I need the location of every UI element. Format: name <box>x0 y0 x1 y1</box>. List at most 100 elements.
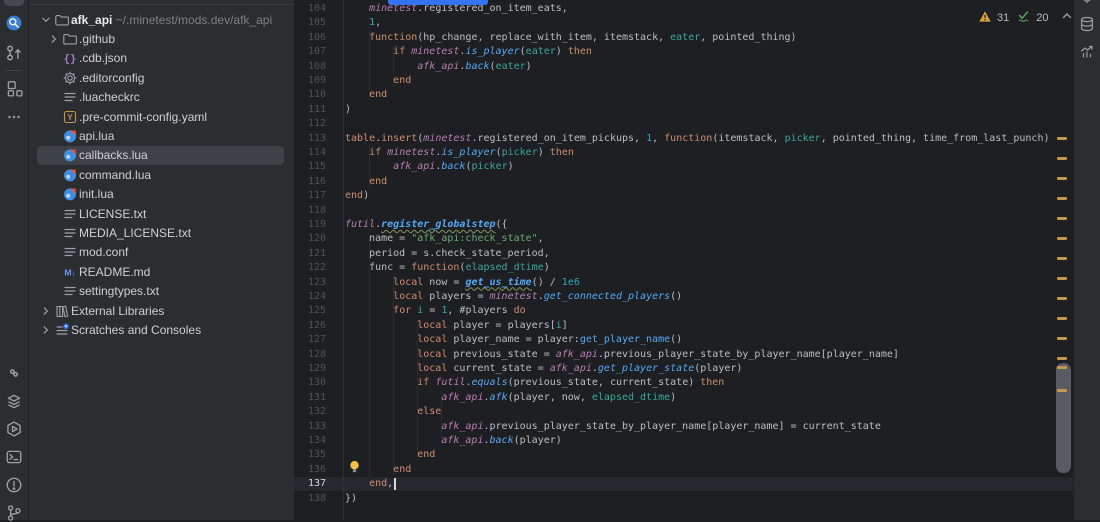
code-line[interactable]: end <box>345 74 411 88</box>
tree-item-mod-conf[interactable]: mod.conf <box>29 243 294 262</box>
line-number[interactable]: 132 <box>294 405 326 419</box>
tree-item--pre-commit-config-yaml[interactable]: Y .pre-commit-config.yaml <box>29 107 294 126</box>
tree-item-command-lua[interactable]: command.lua <box>29 165 294 184</box>
code-line[interactable]: afk_api.back(player) <box>345 434 561 448</box>
line-number[interactable]: 135 <box>294 448 326 462</box>
tree-item-afk-api[interactable]: afk_api ~/.minetest/mods.dev/afk_api <box>29 10 294 29</box>
line-number[interactable]: 109 <box>294 74 326 88</box>
code-line[interactable]: end <box>345 88 387 102</box>
tree-item-settingtypes-txt[interactable]: settingtypes.txt <box>29 281 294 300</box>
warning-stripe-mark[interactable] <box>1057 277 1067 280</box>
services-layers-icon[interactable] <box>5 392 23 410</box>
code-line[interactable]: table.insert(minetest.registered_on_item… <box>345 132 1049 146</box>
line-number[interactable]: 111 <box>294 103 326 117</box>
line-number[interactable]: 105 <box>294 16 326 30</box>
code-line[interactable]: function(hp_change, replace_with_item, i… <box>345 31 796 45</box>
code-line[interactable]: local now = get_us_time() / 1e6 <box>345 276 580 290</box>
code-line[interactable]: local current_state = afk_api.get_player… <box>345 362 742 376</box>
line-number[interactable]: 130 <box>294 376 326 390</box>
tree-item-readme-md[interactable]: M↓ README.md <box>29 262 294 281</box>
code-line[interactable]: if minetest.is_player(picker) then <box>345 146 574 160</box>
intention-bulb-icon[interactable] <box>348 460 361 474</box>
code-line[interactable]: }) <box>345 492 357 506</box>
code-line[interactable]: 1, <box>345 16 381 30</box>
line-number[interactable]: 122 <box>294 261 326 275</box>
line-number[interactable]: 128 <box>294 348 326 362</box>
line-number[interactable]: 117 <box>294 189 326 203</box>
code-line[interactable]: afk_api.previous_player_state_by_player_… <box>345 420 881 434</box>
line-number[interactable]: 134 <box>294 434 326 448</box>
chevron-right-icon[interactable] <box>39 303 53 319</box>
warning-stripe-mark[interactable] <box>1057 257 1067 260</box>
code-line[interactable]: ) <box>345 103 351 117</box>
line-number[interactable]: 113 <box>294 132 326 146</box>
line-number[interactable]: 125 <box>294 304 326 318</box>
line-number[interactable]: 106 <box>294 31 326 45</box>
line-number[interactable]: 118 <box>294 204 326 218</box>
line-number[interactable]: 110 <box>294 88 326 102</box>
statistics-chart-icon[interactable] <box>1078 43 1096 61</box>
line-number[interactable]: 131 <box>294 391 326 405</box>
code-line[interactable]: local previous_state = afk_api.previous_… <box>345 348 899 362</box>
line-number[interactable]: 114 <box>294 146 326 160</box>
line-number[interactable]: 112 <box>294 117 326 131</box>
tree-item-media-license-txt[interactable]: MEDIA_LICENSE.txt <box>29 223 294 242</box>
warning-stripe-mark[interactable] <box>1057 157 1067 160</box>
tree-item-callbacks-lua[interactable]: callbacks.lua <box>29 146 294 165</box>
database-icon[interactable] <box>1078 15 1096 33</box>
run-hexagon-icon[interactable] <box>5 420 23 438</box>
code-line[interactable]: afk_api.back(eater) <box>345 60 531 74</box>
warning-stripe-mark[interactable] <box>1057 337 1067 340</box>
line-number[interactable]: 123 <box>294 276 326 290</box>
chevron-right-icon[interactable] <box>47 31 61 47</box>
tree-item--luacheckrc[interactable]: .luacheckrc <box>29 88 294 107</box>
terminal-icon[interactable] <box>5 448 23 466</box>
line-number[interactable]: 108 <box>294 60 326 74</box>
line-number[interactable]: 133 <box>294 420 326 434</box>
warning-stripe-mark[interactable] <box>1057 366 1067 369</box>
line-number[interactable]: 116 <box>294 175 326 189</box>
code-line[interactable]: end <box>345 175 387 189</box>
tree-item-external-libraries[interactable]: External Libraries <box>29 301 294 320</box>
code-line[interactable]: futil.register_globalstep({ <box>345 218 508 232</box>
tree-item-init-lua[interactable]: init.lua <box>29 185 294 204</box>
tree-item-license-txt[interactable]: LICENSE.txt <box>29 204 294 223</box>
code-line[interactable]: for i = 1, #players do <box>345 304 526 318</box>
code-line[interactable]: end) <box>345 189 369 203</box>
problems-icon[interactable] <box>5 476 23 494</box>
code-editor[interactable]: 104 105 106 107 108 109 110 111 112 113 114 115 116 1… <box>294 0 1093 520</box>
warning-stripe-mark[interactable] <box>1057 217 1067 220</box>
chevron-down-icon[interactable] <box>39 12 53 28</box>
error-stripe[interactable] <box>1054 0 1074 520</box>
warning-stripe-mark[interactable] <box>1057 237 1067 240</box>
line-number[interactable]: 138 <box>294 492 326 506</box>
tree-item--github[interactable]: .github <box>29 29 294 48</box>
line-number[interactable]: 121 <box>294 247 326 261</box>
code-line[interactable]: local player_name = player:get_player_na… <box>345 333 682 347</box>
search-icon[interactable] <box>5 14 23 32</box>
warning-stripe-mark[interactable] <box>1057 197 1067 200</box>
code-line[interactable]: else <box>345 405 441 419</box>
line-number[interactable]: 107 <box>294 45 326 59</box>
warning-stripe-mark[interactable] <box>1057 137 1067 140</box>
line-number[interactable]: 126 <box>294 319 326 333</box>
tree-item-api-lua[interactable]: api.lua <box>29 126 294 145</box>
warning-stripe-mark[interactable] <box>1057 177 1067 180</box>
code-line[interactable]: if futil.equals(previous_state, current_… <box>345 376 724 390</box>
line-number[interactable]: 120 <box>294 232 326 246</box>
warning-stripe-mark[interactable] <box>1057 317 1067 320</box>
code-line[interactable]: afk_api.afk(player, now, elapsed_dtime) <box>345 391 676 405</box>
chevron-right-icon[interactable] <box>39 322 53 338</box>
code-line[interactable]: period = s.check_state_period, <box>345 247 550 261</box>
warning-count[interactable]: 31 <box>997 12 1011 24</box>
code-line[interactable]: name = "afk_api:check_state", <box>345 232 544 246</box>
line-number[interactable]: 137 <box>294 477 326 491</box>
warning-stripe-mark[interactable] <box>1057 389 1067 392</box>
ok-count[interactable]: 20 <box>1036 12 1050 24</box>
line-number[interactable]: 127 <box>294 333 326 347</box>
notifications-icon[interactable] <box>1078 0 1096 4</box>
code-line[interactable]: end, <box>345 477 393 491</box>
project-toolwindow-button[interactable] <box>4 0 24 6</box>
line-number[interactable]: 104 <box>294 2 326 16</box>
line-number[interactable]: 119 <box>294 218 326 232</box>
